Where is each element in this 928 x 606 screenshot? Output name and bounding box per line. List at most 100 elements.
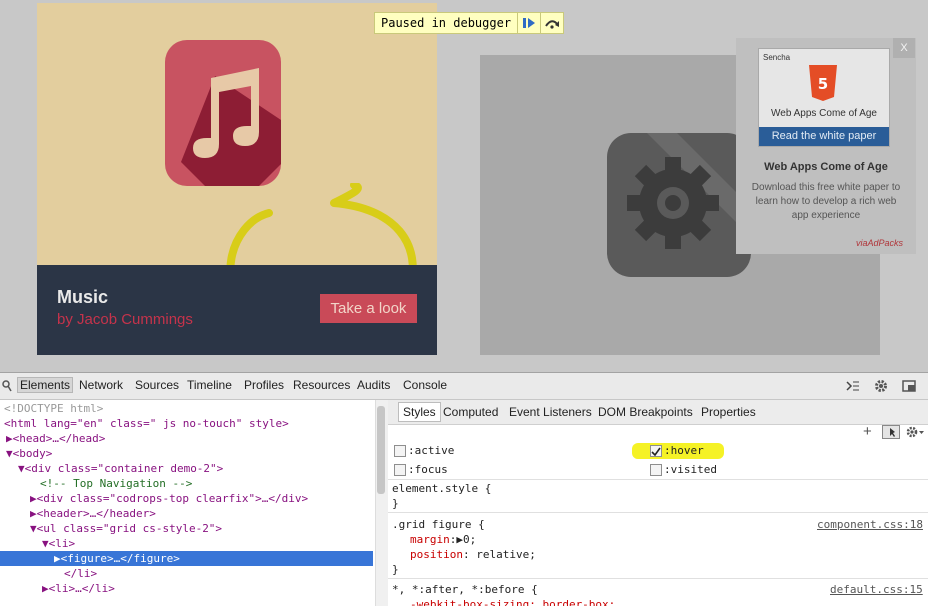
margin-declaration[interactable]: margin:▶0; xyxy=(410,533,476,546)
dom-header[interactable]: ▶<header>…</header> xyxy=(30,506,156,521)
gear-icon xyxy=(607,133,751,277)
checkmark-icon xyxy=(651,447,661,457)
add-rule-icon[interactable]: + xyxy=(863,423,872,440)
default-css-link[interactable]: default.css:15 xyxy=(830,583,923,596)
tab-network[interactable]: Network xyxy=(79,378,123,392)
sencha-logo: Sencha xyxy=(763,53,791,62)
ad-banner[interactable]: Sencha 5 Web Apps Come of Age Read the w… xyxy=(758,48,890,147)
page-viewport: Music by Jacob Cummings Take a look Paus… xyxy=(0,0,928,372)
step-over-icon xyxy=(545,20,560,29)
component-css-link[interactable]: component.css:18 xyxy=(817,518,923,531)
devtools-panel: Elements Network Sources Timeline Profil… xyxy=(0,372,928,606)
tab-dom-breakpoints[interactable]: DOM Breakpoints xyxy=(598,405,693,419)
dom-figure-text: <figure>…</figure> xyxy=(60,552,180,565)
settings-gear-icon[interactable] xyxy=(874,379,888,393)
dom-li2-text: <li>…</li> xyxy=(48,582,115,595)
ad-via-link[interactable]: viaAdPacks xyxy=(856,238,903,248)
search-icon[interactable] xyxy=(2,380,12,392)
read-white-paper-button[interactable]: Read the white paper xyxy=(759,127,889,146)
resume-button[interactable] xyxy=(517,13,540,33)
visited-checkbox[interactable] xyxy=(650,464,662,476)
dom-li[interactable]: ▼<li> xyxy=(42,536,75,551)
expand-arrow-icon[interactable]: ▶ xyxy=(30,507,37,520)
dom-head-text: <head>…</head> xyxy=(12,432,106,445)
grid-figure-close: } xyxy=(392,563,399,576)
dom-scrollbar-thumb[interactable] xyxy=(377,406,385,494)
tab-properties[interactable]: Properties xyxy=(701,405,756,419)
dom-body-text: <body> xyxy=(12,447,53,460)
dom-comment[interactable]: <!-- Top Navigation --> xyxy=(40,476,192,491)
dom-tree[interactable]: <!DOCTYPE html> <html lang="en" class=" … xyxy=(0,400,373,606)
universal-selector[interactable]: *, *:after, *:before { xyxy=(392,583,538,596)
dom-doctype[interactable]: <!DOCTYPE html> xyxy=(4,401,103,416)
dom-codrops-top[interactable]: ▶<div class="codrops-top clearfix">…</di… xyxy=(30,491,308,506)
dom-header-text: <header>…</header> xyxy=(36,507,156,520)
dom-li-close[interactable]: </li> xyxy=(64,566,97,581)
ad-panel: X Sencha 5 Web Apps Come of Age Read the… xyxy=(736,38,916,254)
expand-arrow-icon[interactable]: ▶ xyxy=(54,552,61,565)
ad-description: Download this free white paper to learn … xyxy=(751,182,901,221)
styles-tabs: Styles Computed Event Listeners DOM Brea… xyxy=(388,400,928,425)
element-style-close: } xyxy=(392,497,399,510)
margin-property: margin xyxy=(410,533,450,546)
collapse-arrow-icon[interactable]: ▼ xyxy=(18,462,25,475)
collapse-arrow-icon[interactable]: ▼ xyxy=(30,522,37,535)
grid-figure-selector[interactable]: .grid figure { xyxy=(392,518,485,531)
ad-title[interactable]: Web Apps Come of Age xyxy=(736,161,916,173)
rule-divider xyxy=(388,578,928,579)
tab-timeline[interactable]: Timeline xyxy=(187,378,232,392)
active-label: :active xyxy=(408,444,455,457)
expand-arrow-icon[interactable]: ▶ xyxy=(42,582,49,595)
dom-ul-text: <ul class="grid cs-style-2"> xyxy=(36,522,223,535)
focus-label: :focus xyxy=(408,463,448,476)
position-value: relative; xyxy=(476,548,536,561)
ad-close-button[interactable]: X xyxy=(893,38,915,58)
dom-html[interactable]: <html lang="en" class=" js no-touch" sty… xyxy=(4,416,289,431)
margin-value: 0; xyxy=(463,533,477,546)
style-settings-icon[interactable] xyxy=(905,425,925,439)
collapse-arrow-icon[interactable]: ▼ xyxy=(6,447,13,460)
hover-checkbox[interactable] xyxy=(650,445,662,457)
tab-sources[interactable]: Sources xyxy=(135,378,179,392)
dock-icon[interactable] xyxy=(902,380,916,392)
focus-checkbox[interactable] xyxy=(394,464,406,476)
take-a-look-button[interactable]: Take a look xyxy=(320,294,417,323)
element-style-selector[interactable]: element.style { xyxy=(392,482,491,495)
tab-profiles[interactable]: Profiles xyxy=(244,378,284,392)
tab-elements[interactable]: Elements xyxy=(17,377,74,393)
tab-event-listeners[interactable]: Event Listeners xyxy=(509,405,592,419)
expand-arrow-icon[interactable]: ▶ xyxy=(30,492,37,505)
active-checkbox[interactable] xyxy=(394,445,406,457)
rule-divider xyxy=(388,479,928,480)
console-drawer-icon[interactable] xyxy=(846,380,860,392)
paused-label: Paused in debugger xyxy=(381,16,512,30)
dom-head[interactable]: ▶<head>…</head> xyxy=(6,431,105,446)
dom-figure-selected[interactable]: ▶<figure>…</figure> xyxy=(0,551,373,566)
dom-body[interactable]: ▼<body> xyxy=(6,446,52,461)
position-declaration[interactable]: position: relative; xyxy=(410,548,536,561)
ad-banner-title: Web Apps Come of Age xyxy=(771,108,877,119)
card-byline: by Jacob Cummings xyxy=(57,311,193,328)
dom-codrops-text: <div class="codrops-top clearfix">…</div… xyxy=(36,492,309,505)
dom-ul-grid[interactable]: ▼<ul class="grid cs-style-2"> xyxy=(30,521,222,536)
dom-container[interactable]: ▼<div class="container demo-2"> xyxy=(18,461,223,476)
expand-arrow-icon[interactable]: ▶ xyxy=(6,432,13,445)
visited-label: :visited xyxy=(664,463,717,476)
position-property: position xyxy=(410,548,463,561)
toggle-element-state-icon[interactable] xyxy=(882,425,900,439)
tab-computed[interactable]: Computed xyxy=(443,405,498,419)
collapse-arrow-icon[interactable]: ▼ xyxy=(42,537,49,550)
dom-li-collapsed[interactable]: ▶<li>…</li> xyxy=(42,581,115,596)
tab-audits[interactable]: Audits xyxy=(357,378,390,392)
expand-arrow-icon[interactable]: ▶ xyxy=(456,533,463,546)
dom-container-text: <div class="container demo-2"> xyxy=(24,462,224,475)
step-over-button[interactable] xyxy=(540,13,563,33)
dom-li-text: <li> xyxy=(48,537,76,550)
tab-resources[interactable]: Resources xyxy=(293,378,350,392)
devtools-toolbar: Elements Network Sources Timeline Profil… xyxy=(0,373,928,400)
music-card[interactable]: Music by Jacob Cummings Take a look xyxy=(37,3,437,355)
rule-divider xyxy=(388,512,928,513)
svg-text:5: 5 xyxy=(818,75,828,93)
tab-styles[interactable]: Styles xyxy=(398,402,441,422)
tab-console[interactable]: Console xyxy=(403,378,447,392)
